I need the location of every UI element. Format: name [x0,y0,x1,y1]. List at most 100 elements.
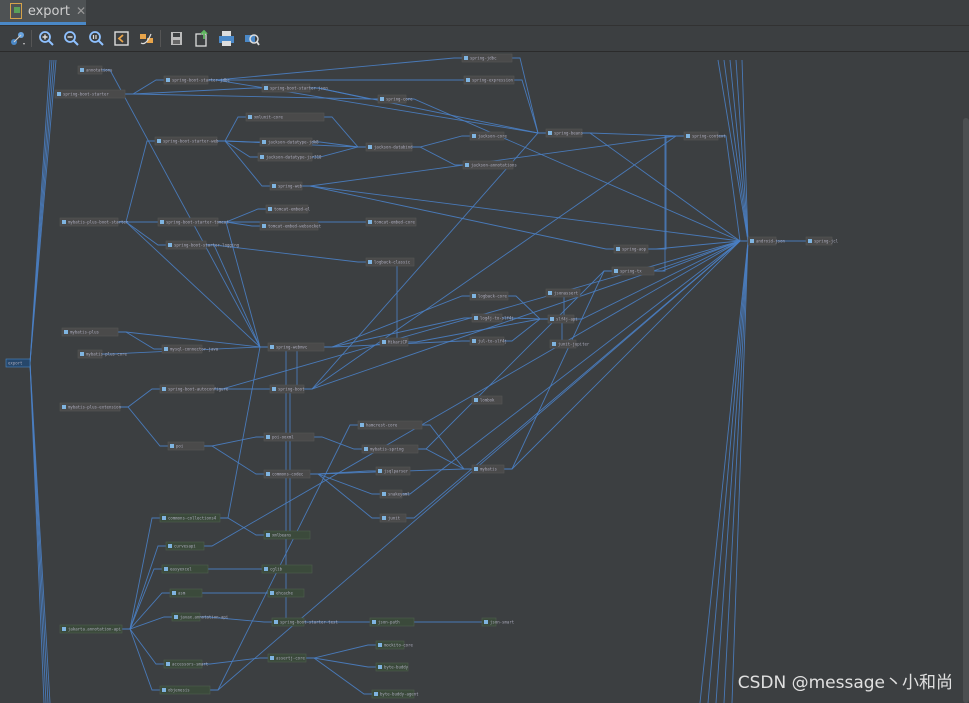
graph-node[interactable]: logback-core [469,291,509,301]
dependency-edge [122,628,164,665]
graph-node[interactable]: android-json [747,236,785,246]
dependency-edge [125,87,262,95]
print-preview-button[interactable] [242,29,260,47]
dependency-edge [306,644,376,659]
graph-node[interactable]: spring-core [377,94,413,104]
graph-node[interactable]: spring-boot-starter-test [271,617,338,627]
module-icon [166,78,170,82]
graph-node[interactable]: spring-boot-autoconfigure [159,384,229,394]
graph-node[interactable]: spring-beans [545,128,583,138]
graph-node[interactable]: xmlbeans [263,530,311,540]
graph-node[interactable]: xmlunit-core [245,112,325,122]
graph-node[interactable]: spring-boot-starter-web [154,136,219,146]
graph-node[interactable]: accessors-smart [163,659,209,669]
graph-node[interactable]: logback-classic [365,257,415,267]
graph-node[interactable]: spring-expression [463,75,515,85]
module-icon [260,155,264,159]
graph-node[interactable]: jackson-datatype-jdk8 [259,137,319,147]
graph-node[interactable]: objenesis [159,685,211,695]
graph-node[interactable]: mybatis-spring [361,444,419,454]
module-icon [164,347,168,351]
graph-node[interactable]: poi [167,441,205,451]
actual-size-button[interactable] [87,29,105,47]
graph-node[interactable]: asm [169,588,203,598]
vertical-scrollbar[interactable] [963,118,969,703]
graph-node[interactable]: json-smart [481,617,515,627]
dependency-diagram-canvas[interactable]: export annotations spring-boot-starter spri… [0,52,969,703]
module-icon [368,220,372,224]
print-button[interactable] [217,29,235,47]
graph-node[interactable]: json-path [369,617,415,627]
graph-node-root[interactable]: export [5,358,31,368]
zoom-in-button[interactable] [37,29,55,47]
graph-node[interactable]: jsqlparser [375,466,411,476]
graph-node[interactable]: spring-tx [611,266,655,276]
graph-node[interactable]: junit-jupiter [549,339,590,349]
graph-node[interactable]: spring-boot [269,384,305,394]
graph-node[interactable]: jackson-annotations [462,160,517,170]
graph-node[interactable]: spring-jcl [805,236,839,246]
graph-node[interactable]: mysql-connector-java [161,344,219,354]
layout-button[interactable] [8,29,26,47]
graph-node[interactable]: curvesapi [165,541,205,551]
graph-node[interactable]: cglib [261,564,313,574]
graph-node[interactable]: mockito-core [375,640,413,650]
tab-export[interactable]: export ✕ [0,0,86,25]
graph-node[interactable]: mybatis-plus-extension [59,402,122,412]
graph-node[interactable]: annotations [77,65,113,75]
graph-node[interactable]: spring-context [683,131,726,141]
module-icon [378,665,382,669]
graph-node[interactable]: spring-boot-starter-logging [165,240,240,250]
graph-node-label: commons-codec [272,472,304,477]
graph-node[interactable]: spring-jdbc [461,53,513,63]
module-icon [157,139,161,143]
graph-node[interactable]: mybatis [471,464,505,474]
graph-node[interactable]: poi-ooxml [263,432,315,442]
graph-node[interactable]: jsonassert [545,288,581,298]
graph-node[interactable]: junit [379,513,407,523]
graph-node[interactable]: spring-boot-starter-tomcat [157,217,229,227]
graph-node[interactable]: jakarta.annotation-api [59,624,123,634]
graph-node[interactable]: commons-collections4 [159,513,221,523]
graph-node[interactable]: mybatis-plus-core [77,349,128,359]
graph-node[interactable]: tomcat-embed-websocket [259,221,322,231]
graph-node[interactable]: spring-boot-starter-json [261,83,328,93]
graph-node[interactable]: jackson-core [469,131,507,141]
graph-node[interactable]: spring-aop [613,244,649,254]
graph-node[interactable]: commons-codec [263,469,311,479]
graph-node[interactable]: tomcat-embed-core [365,217,417,227]
graph-node[interactable]: javax.annotation-api [171,612,229,622]
graph-node-label: ehcache [276,591,293,596]
graph-node[interactable]: byte-buddy-agent [371,689,419,699]
graph-node[interactable]: tomcat-embed-el [265,204,311,214]
save-button[interactable] [167,29,185,47]
graph-node-label: javax.annotation-api [180,615,229,620]
export-button[interactable] [192,29,210,47]
fit-content-icon [113,30,129,46]
graph-node[interactable]: jul-to-slf4j [469,336,507,346]
dependency-edge [422,424,472,470]
module-icon [472,134,476,138]
graph-node[interactable]: lombok [471,395,503,405]
graph-node[interactable]: spring-boot-starter-jdbc [163,75,230,85]
refresh-layout-button[interactable] [137,29,155,47]
close-icon[interactable]: ✕ [76,4,86,18]
zoom-out-button[interactable] [62,29,80,47]
graph-node[interactable]: spring-boot-starter [54,89,126,99]
graph-node[interactable]: mybatis-plus [61,327,119,337]
graph-node[interactable]: easyexcel [161,564,209,574]
graph-node[interactable]: spring-web [269,181,303,191]
graph-node[interactable]: ehcache [267,588,305,598]
graph-node[interactable]: hamcrest-core [357,420,423,430]
graph-node[interactable]: byte-buddy [375,662,409,672]
graph-node[interactable]: jackson-databind [365,142,413,152]
graph-node[interactable]: snakeyaml [379,489,410,499]
graph-node[interactable]: jackson-datatype-jsr310 [257,152,322,162]
graph-node[interactable]: HikariCP [379,337,409,347]
fit-content-button[interactable] [112,29,130,47]
graph-node[interactable]: slf4j-api [547,314,578,324]
graph-node[interactable]: spring-webmvc [267,342,325,352]
graph-node[interactable]: log4j-to-slf4j [471,313,514,323]
graph-node[interactable]: assertj-core [267,653,307,663]
graph-node[interactable]: mybatis-plus-boot-starter [59,217,129,227]
